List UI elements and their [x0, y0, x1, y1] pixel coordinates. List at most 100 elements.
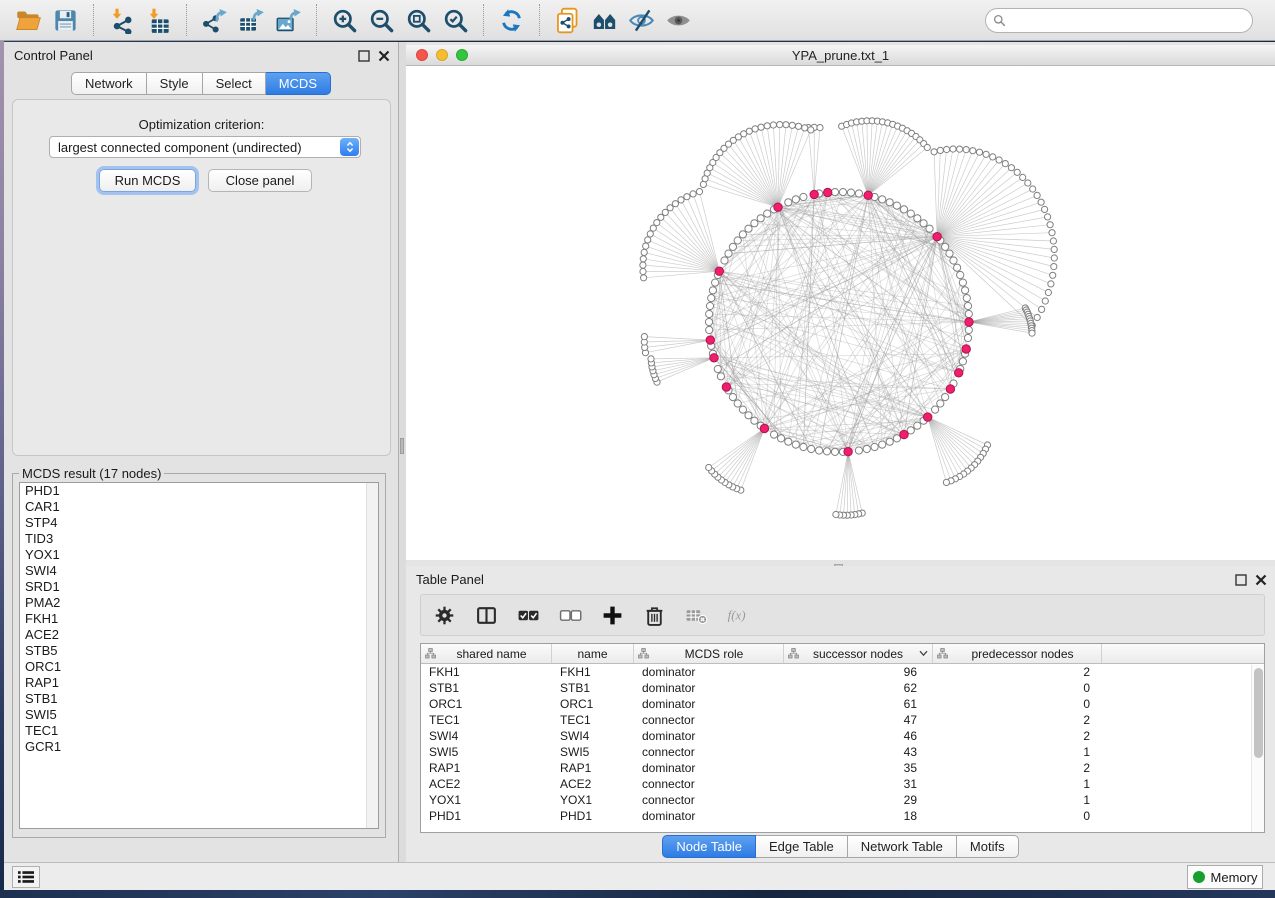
import-table-button[interactable] [140, 3, 177, 37]
tab-mcds[interactable]: MCDS [266, 72, 331, 95]
close-panel-button-mcds[interactable]: Close panel [208, 169, 312, 192]
table-row[interactable]: ORC1ORC1dominator610 [421, 696, 1264, 712]
table-row[interactable]: ACE2ACE2connector311 [421, 776, 1264, 792]
network-view-title: YPA_prune.txt_1 [792, 48, 889, 63]
mcds-result-item[interactable]: ORC1 [20, 659, 378, 675]
mcds-result-item[interactable]: GCR1 [20, 739, 378, 755]
column-header-name[interactable]: name [552, 644, 634, 663]
column-header-predecessor-nodes[interactable]: predecessor nodes [933, 644, 1102, 663]
task-history-button[interactable] [12, 866, 40, 888]
zoom-fit-button[interactable] [400, 3, 437, 37]
scrollbar-thumb[interactable] [1254, 668, 1263, 758]
mcds-list-scrollbar[interactable] [366, 483, 378, 828]
float-panel-button[interactable] [358, 50, 370, 62]
global-search[interactable] [985, 8, 1253, 33]
control-panel-tabs: NetworkStyleSelectMCDS [4, 72, 398, 95]
vertical-splitter[interactable] [399, 42, 406, 862]
table-row[interactable]: STB1STB1dominator620 [421, 680, 1264, 696]
import-table-icon [145, 7, 172, 34]
column-header-shared-name[interactable]: shared name [421, 644, 552, 663]
mcds-result-item[interactable]: STB1 [20, 691, 378, 707]
column-header-MCDS-role[interactable]: MCDS role [634, 644, 784, 663]
zoom-in-button[interactable] [326, 3, 363, 37]
mcds-result-item[interactable]: SWI4 [20, 563, 378, 579]
tab-select[interactable]: Select [203, 72, 266, 95]
desktop-wallpaper-bottom [0, 890, 1275, 898]
run-mcds-button[interactable]: Run MCDS [99, 169, 196, 192]
network-view-titlebar[interactable]: YPA_prune.txt_1 [406, 45, 1275, 66]
mcds-result-item[interactable]: PHD1 [20, 483, 378, 499]
table-row[interactable]: SWI5SWI5connector431 [421, 744, 1264, 760]
table-scrollbar[interactable] [1251, 665, 1264, 832]
window-zoom-icon[interactable] [456, 49, 468, 61]
mcds-result-item[interactable]: RAP1 [20, 675, 378, 691]
mcds-result-item[interactable]: SWI5 [20, 707, 378, 723]
export-image-button[interactable] [270, 3, 307, 37]
cell-successor-nodes: 35 [784, 761, 933, 775]
mcds-result-item[interactable]: TID3 [20, 531, 378, 547]
fx-icon: f(x) [727, 604, 750, 627]
network-canvas[interactable] [406, 66, 1275, 560]
delete-entry-button[interactable] [643, 604, 666, 627]
open-file-button[interactable] [10, 3, 47, 37]
mcds-result-item[interactable]: ACE2 [20, 627, 378, 643]
select-all-button[interactable] [517, 604, 540, 627]
search-network-button[interactable] [586, 3, 623, 37]
close-panel-button[interactable] [378, 50, 390, 62]
memory-button[interactable]: Memory [1187, 865, 1263, 889]
function-builder-button[interactable]: f(x) [727, 604, 750, 627]
share-document-icon [554, 7, 581, 34]
mcds-result-item[interactable]: STB5 [20, 643, 378, 659]
table-row[interactable]: PHD1PHD1dominator180 [421, 808, 1264, 824]
tab-network-table[interactable]: Network Table [848, 835, 957, 858]
table-row[interactable]: RAP1RAP1dominator352 [421, 760, 1264, 776]
export-table-button[interactable] [233, 3, 270, 37]
mcds-result-item[interactable]: YOX1 [20, 547, 378, 563]
window-close-icon[interactable] [416, 49, 428, 61]
import-network-button[interactable] [103, 3, 140, 37]
mcds-result-item[interactable]: CAR1 [20, 499, 378, 515]
mcds-result-list[interactable]: PHD1CAR1STP4TID3YOX1SWI4SRD1PMA2FKH1ACE2… [19, 482, 379, 829]
table-row[interactable]: YOX1YOX1connector291 [421, 792, 1264, 808]
float-panel-button[interactable] [1235, 574, 1247, 586]
share-document-button[interactable] [549, 3, 586, 37]
window-minimize-icon[interactable] [436, 49, 448, 61]
show-details-button[interactable] [660, 3, 697, 37]
tab-edge-table[interactable]: Edge Table [756, 835, 848, 858]
eye-icon [665, 7, 692, 34]
split-columns-button[interactable] [475, 604, 498, 627]
zoom-selected-button[interactable] [437, 3, 474, 37]
tab-style[interactable]: Style [147, 72, 203, 95]
deselect-all-button[interactable] [559, 604, 582, 627]
node-table[interactable]: shared namenameMCDS rolesuccessor nodesp… [420, 643, 1265, 833]
zoom-out-button[interactable] [363, 3, 400, 37]
cell-name: PHD1 [552, 809, 634, 823]
tab-network[interactable]: Network [71, 72, 147, 95]
mcds-result-item[interactable]: STP4 [20, 515, 378, 531]
mcds-result-item[interactable]: FKH1 [20, 611, 378, 627]
splitter-handle[interactable] [400, 438, 404, 454]
tab-motifs[interactable]: Motifs [957, 835, 1019, 858]
table-settings-button[interactable] [433, 604, 456, 627]
mcds-result-item[interactable]: TEC1 [20, 723, 378, 739]
mcds-result-item[interactable]: SRD1 [20, 579, 378, 595]
column-header-successor-nodes[interactable]: successor nodes [784, 644, 933, 663]
mcds-result-item[interactable]: PMA2 [20, 595, 378, 611]
table-row[interactable]: FKH1FKH1dominator962 [421, 664, 1264, 680]
table-row[interactable]: TEC1TEC1connector472 [421, 712, 1264, 728]
criterion-select[interactable]: largest connected component (undirected) [49, 136, 361, 158]
cell-MCDS-role: connector [634, 793, 784, 807]
add-entry-button[interactable] [601, 604, 624, 627]
table-tabs: Node TableEdge TableNetwork TableMotifs [406, 835, 1275, 858]
apply-layout-button[interactable] [493, 3, 530, 37]
hide-details-button[interactable] [623, 3, 660, 37]
export-network-button[interactable] [196, 3, 233, 37]
table-row[interactable]: SWI4SWI4dominator462 [421, 728, 1264, 744]
control-panel: Control Panel NetworkStyleSelectMCDS Opt… [4, 42, 399, 862]
close-panel-button[interactable] [1255, 574, 1267, 586]
cell-successor-nodes: 47 [784, 713, 933, 727]
delete-table-button[interactable] [685, 604, 708, 627]
tab-node-table[interactable]: Node Table [662, 835, 756, 858]
save-session-button[interactable] [47, 3, 84, 37]
search-input[interactable] [1006, 13, 1245, 27]
